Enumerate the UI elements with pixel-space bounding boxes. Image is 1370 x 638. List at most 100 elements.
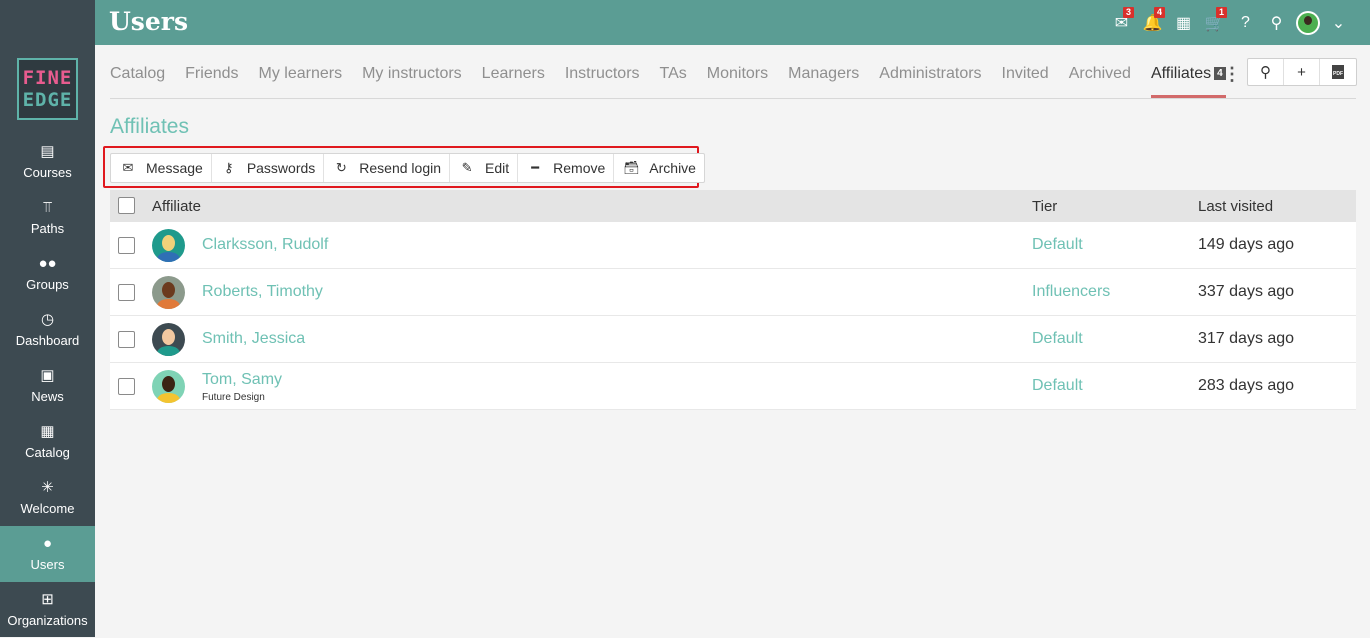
top-header: Users ✉ 3 🔔 4 ▦ 🛒 1? ⚲ ⌄ bbox=[95, 0, 1370, 45]
calendar-icon[interactable]: ▦ bbox=[1168, 0, 1199, 45]
row-checkbox[interactable] bbox=[118, 284, 135, 301]
row-checkbox[interactable] bbox=[118, 331, 135, 348]
tab-label: Affiliates bbox=[1150, 65, 1212, 82]
user-avatar-menu[interactable] bbox=[1292, 0, 1323, 45]
table-row[interactable]: Tom, Samy Future Design Default 283 days ag… bbox=[110, 363, 1356, 410]
column-header-tier[interactable]: Tier bbox=[1032, 198, 1057, 215]
table-row[interactable]: Clarksson, Rudolf Default 149 days ago bbox=[110, 222, 1356, 269]
sidebar-item-courses[interactable]: ▤ Courses bbox=[0, 134, 95, 190]
tab-instructors[interactable]: Instructors bbox=[565, 56, 640, 98]
newspaper-icon: ▣ bbox=[40, 367, 55, 384]
tab-invited[interactable]: Invited bbox=[1002, 56, 1049, 98]
tier-link[interactable]: Influencers bbox=[1032, 283, 1110, 301]
help-icon-glyph: ? bbox=[1241, 13, 1250, 31]
cart-icon[interactable]: 🛒 1 bbox=[1199, 0, 1230, 45]
tab-learners[interactable]: Learners bbox=[482, 56, 545, 98]
row-checkbox[interactable] bbox=[118, 378, 135, 395]
sidebar-item-label: Users bbox=[30, 557, 65, 572]
tab-tas[interactable]: TAs bbox=[660, 56, 687, 98]
action-label: Passwords bbox=[246, 160, 316, 176]
resend-login-button[interactable]: ↻ Resend login bbox=[324, 154, 451, 182]
table-row[interactable]: Roberts, Timothy Influencers 337 days ago bbox=[110, 269, 1356, 316]
sidebar-item-welcome[interactable]: ✳ Welcome bbox=[0, 470, 95, 526]
column-header-affiliate[interactable]: Affiliate bbox=[152, 198, 201, 215]
pencil-icon: ✎ bbox=[461, 160, 473, 175]
sidebar-item-catalog[interactable]: ▦ Catalog bbox=[0, 414, 95, 470]
tab-administrators[interactable]: Administrators bbox=[879, 56, 981, 98]
tier-link[interactable]: Default bbox=[1032, 236, 1083, 254]
search-icon: ⚲ bbox=[1260, 64, 1271, 81]
logo-area: FINE EDGE bbox=[0, 0, 95, 130]
minus-icon: ━ bbox=[531, 160, 540, 175]
logo[interactable]: FINE EDGE bbox=[17, 58, 78, 120]
sidebar-item-label: News bbox=[31, 389, 64, 404]
sidebar-item-label: Catalog bbox=[25, 445, 70, 460]
avatar-image bbox=[1297, 12, 1318, 33]
tab-my-learners[interactable]: My learners bbox=[259, 56, 343, 98]
gauge-icon: ◷ bbox=[40, 311, 55, 328]
user-name-link[interactable]: Smith, Jessica bbox=[202, 330, 305, 348]
tier-link[interactable]: Default bbox=[1032, 330, 1083, 348]
logo-text-top: FINE bbox=[22, 67, 73, 89]
sidebar-item-organizations[interactable]: ⊞ Organizations bbox=[0, 582, 95, 638]
tab-my-instructors[interactable]: My instructors bbox=[362, 56, 462, 98]
tab-tools: ⚲ + PDF bbox=[1247, 58, 1357, 86]
tab-friends[interactable]: Friends bbox=[185, 56, 238, 98]
tab-label: Instructors bbox=[564, 65, 640, 82]
course-book-icon: ▤ bbox=[40, 143, 55, 160]
user-name-link[interactable]: Tom, Samy bbox=[202, 371, 282, 389]
select-all-checkbox[interactable] bbox=[118, 197, 135, 214]
avatar bbox=[152, 229, 185, 262]
table-header: Affiliate Tier Last visited bbox=[110, 190, 1356, 222]
sidebar-item-users[interactable]: ● Users bbox=[0, 526, 95, 582]
help-icon[interactable]: ? bbox=[1230, 0, 1261, 45]
user-name-link[interactable]: Roberts, Timothy bbox=[202, 283, 323, 301]
edit-button[interactable]: ✎ Edit bbox=[450, 154, 519, 182]
sidebar-item-label: Paths bbox=[30, 221, 65, 236]
add-button[interactable]: + bbox=[1284, 59, 1320, 85]
messages-icon[interactable]: ✉ 3 bbox=[1106, 0, 1137, 45]
action-label: Message bbox=[146, 160, 203, 176]
tab-catalog[interactable]: Catalog bbox=[110, 56, 165, 98]
avatar bbox=[152, 323, 185, 356]
org-chart-icon: ⊞ bbox=[41, 591, 54, 608]
avatar-face bbox=[162, 282, 175, 298]
sidebar-item-news[interactable]: ▣ News bbox=[0, 358, 95, 414]
remove-button[interactable]: ━ Remove bbox=[518, 154, 615, 182]
count-badge: 1 bbox=[1216, 7, 1227, 18]
action-label: Edit bbox=[485, 160, 510, 176]
tab-affiliates[interactable]: Affiliates 4 bbox=[1150, 56, 1226, 98]
more-tabs-icon[interactable]: ⋮ bbox=[1223, 62, 1241, 86]
message-button[interactable]: ✉ Message bbox=[111, 154, 212, 182]
notifications-icon[interactable]: 🔔 4 bbox=[1137, 0, 1168, 45]
key-icon: ⚷ bbox=[224, 160, 234, 175]
pdf-icon: PDF bbox=[1332, 65, 1344, 79]
sidebar-item-groups[interactable]: ●● Groups bbox=[0, 246, 95, 302]
archive-button[interactable]: 🗃 Archive bbox=[614, 154, 704, 182]
pdf-button[interactable]: PDF bbox=[1320, 59, 1356, 85]
tab-managers[interactable]: Managers bbox=[788, 56, 859, 98]
passwords-button[interactable]: ⚷ Passwords bbox=[212, 154, 325, 182]
last-visited: 149 days ago bbox=[1198, 236, 1295, 253]
sidebar-item-label: Organizations bbox=[7, 613, 88, 628]
sidebar-item-paths[interactable]: ⫪ Paths bbox=[0, 190, 95, 246]
tab-monitors[interactable]: Monitors bbox=[707, 56, 768, 98]
section-title: Affiliates bbox=[110, 115, 189, 138]
group-icon: ●● bbox=[38, 255, 57, 272]
search-button[interactable]: ⚲ bbox=[1248, 59, 1284, 85]
search-icon[interactable]: ⚲ bbox=[1261, 0, 1292, 45]
action-toolbar: ✉ Message ⚷ Passwords ↻ Resend login ✎ Edit ━ Rem… bbox=[110, 153, 705, 183]
user-name-link[interactable]: Clarksson, Rudolf bbox=[202, 236, 328, 254]
last-visited: 317 days ago bbox=[1198, 330, 1295, 347]
column-header-last-visited[interactable]: Last visited bbox=[1198, 198, 1273, 215]
row-checkbox[interactable] bbox=[118, 237, 135, 254]
tab-archived[interactable]: Archived bbox=[1069, 56, 1131, 98]
avatar-body bbox=[157, 393, 180, 403]
sidebar-item-dashboard[interactable]: ◷ Dashboard bbox=[0, 302, 95, 358]
table-row[interactable]: Smith, Jessica Default 317 days ago bbox=[110, 316, 1356, 363]
tab-label: Archived bbox=[1068, 65, 1131, 82]
chevron-down-icon[interactable]: ⌄ bbox=[1323, 0, 1354, 45]
sidebar-nav: ▤ Courses ⫪ Paths ●● Groups ◷ Dashboard ▣ News ▦ Ca… bbox=[0, 134, 95, 638]
tab-label: Administrators bbox=[879, 65, 982, 82]
tier-link[interactable]: Default bbox=[1032, 377, 1083, 395]
